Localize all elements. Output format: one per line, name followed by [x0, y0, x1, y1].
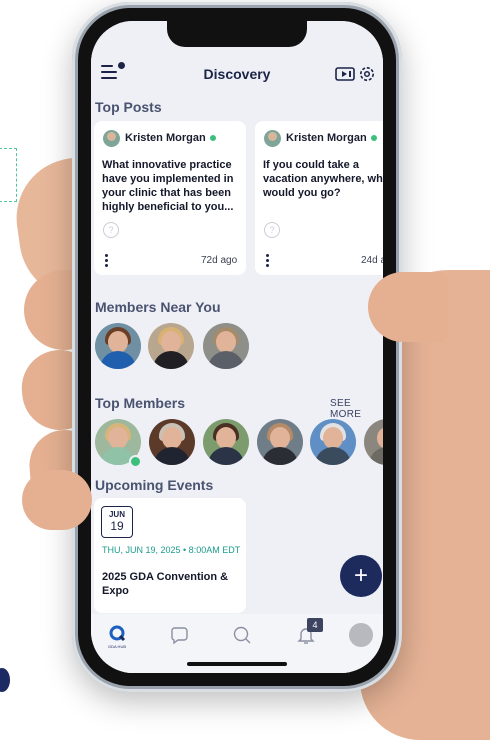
online-indicator	[370, 135, 377, 142]
home-logo-icon	[109, 625, 126, 642]
section-title-members-near-you: Members Near You	[95, 299, 221, 315]
event-date-badge: JUN 19	[101, 506, 133, 538]
avatar	[264, 130, 281, 147]
home-indicator	[187, 662, 287, 666]
avatar[interactable]	[364, 419, 383, 465]
kebab-icon[interactable]	[105, 254, 108, 267]
avatar[interactable]	[149, 419, 195, 465]
decorative-dashed-box	[0, 148, 17, 202]
online-indicator	[209, 135, 216, 142]
hand-finger	[368, 272, 448, 342]
tab-search[interactable]	[231, 624, 253, 646]
section-title-upcoming-events: Upcoming Events	[95, 477, 214, 493]
avatar[interactable]	[203, 323, 249, 369]
section-title-top-members: Top Members	[95, 395, 185, 411]
home-caption: GDA HUB	[108, 644, 127, 649]
avatar[interactable]	[148, 323, 194, 369]
event-title: 2025 GDA Convention & Expo	[102, 571, 229, 597]
event-card[interactable]: JUN 19 THU, JUN 19, 2025 • 8:00AM EDT 20…	[94, 498, 246, 613]
post-author[interactable]: Kristen Morgan	[125, 132, 216, 144]
post-text: What innovative practice have you implem…	[102, 159, 234, 213]
post-card[interactable]: Kristen Morgan If you could take a vacat…	[255, 121, 383, 275]
avatar[interactable]	[203, 419, 249, 465]
notification-badge: 4	[307, 618, 323, 632]
decorative-blob	[0, 668, 10, 692]
help-icon[interactable]: ?	[103, 222, 119, 238]
event-month: JUN	[108, 510, 125, 519]
gear-icon[interactable]	[358, 65, 376, 83]
tab-profile-avatar[interactable]	[349, 623, 373, 647]
event-datetime: THU, JUN 19, 2025 • 8:00AM EDT	[102, 545, 241, 555]
tab-chat[interactable]	[169, 624, 191, 646]
kebab-icon[interactable]	[266, 254, 269, 267]
post-text: If you could take a vacation anywhere, w…	[263, 159, 383, 199]
section-title-top-posts: Top Posts	[95, 99, 162, 115]
search-icon	[233, 626, 251, 644]
video-icon[interactable]	[335, 67, 355, 81]
hand-finger	[22, 470, 92, 530]
app-screen: Discovery Top Posts Kristen Morgan What …	[91, 21, 383, 673]
post-age: 24d ago	[361, 255, 383, 266]
tab-home[interactable]: GDA HUB	[106, 624, 128, 649]
avatar[interactable]	[95, 323, 141, 369]
post-author[interactable]: Kristen Morgan	[286, 132, 377, 144]
help-icon[interactable]: ?	[264, 222, 280, 238]
plus-icon: +	[353, 562, 368, 589]
phone-notch	[167, 21, 307, 47]
avatar	[103, 130, 120, 147]
avatar[interactable]	[257, 419, 303, 465]
see-more-link[interactable]: SEE MORE	[330, 398, 383, 420]
add-button[interactable]: +	[340, 555, 382, 597]
online-indicator	[129, 455, 142, 468]
chat-icon	[171, 627, 188, 645]
tab-notifications[interactable]: 4	[295, 618, 323, 646]
phone-frame: Discovery Top Posts Kristen Morgan What …	[72, 2, 402, 692]
avatar[interactable]	[310, 419, 356, 465]
post-card[interactable]: Kristen Morgan What innovative practice …	[94, 121, 246, 275]
event-day: 19	[110, 519, 124, 533]
post-age: 72d ago	[201, 255, 238, 266]
